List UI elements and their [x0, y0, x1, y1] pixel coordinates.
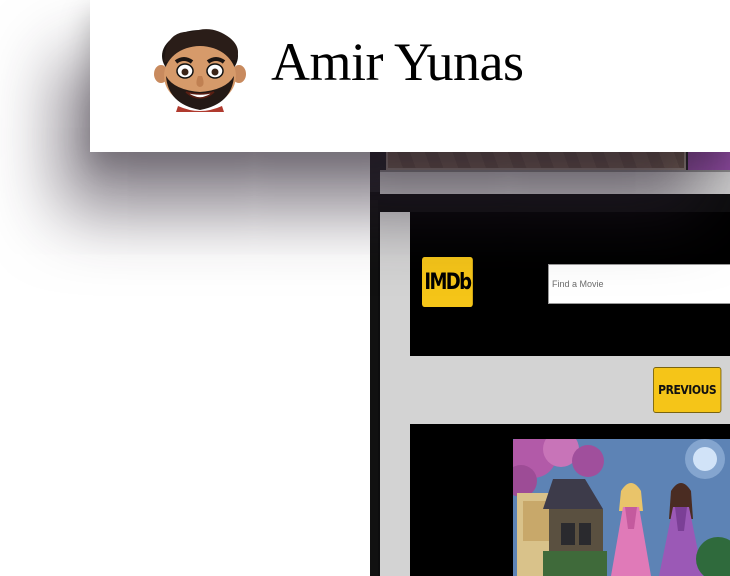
- previous-button[interactable]: PREVIOUS: [653, 367, 722, 413]
- profile-name: Amir Yunas: [271, 32, 524, 92]
- movie-poster-image[interactable]: [513, 439, 730, 576]
- bitmoji-avatar-icon[interactable]: [152, 26, 248, 112]
- avatar-illustration: [154, 29, 246, 112]
- movie-search-input[interactable]: [548, 264, 730, 304]
- previous-button-label: PREVIOUS: [658, 383, 717, 397]
- screenshot-edge: [370, 200, 378, 576]
- poster-illustration: [513, 439, 730, 576]
- divider-band: [380, 170, 730, 194]
- profile-card: Amir Yunas: [90, 0, 730, 152]
- imdb-logo-text: IMDb: [424, 269, 472, 295]
- imdb-logo[interactable]: IMDb: [422, 257, 473, 307]
